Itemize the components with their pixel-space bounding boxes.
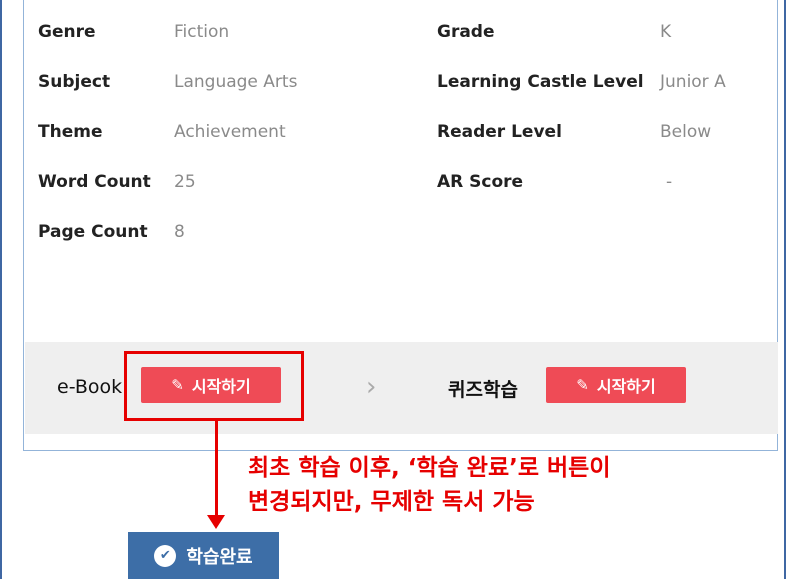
info-value: Junior A [660,72,726,92]
annotation-line-1: 최초 학습 이후, ‘학습 완료’로 버튼이 [248,455,611,481]
info-row-ar-score: AR Score [437,171,523,193]
info-value: Below [660,122,712,142]
info-row-grade: Grade [437,21,495,43]
info-value: Language Arts [174,72,298,92]
annotation-arrow-head [207,515,225,529]
quiz-start-label: 시작하기 [596,377,656,396]
info-value: 25 [174,172,196,192]
info-label: Reader Level [437,122,562,142]
info-row-genre: Genre [38,21,96,43]
info-label: Grade [437,22,495,42]
check-circle-icon: ✔ [154,544,177,567]
info-value: - [666,172,673,192]
info-row-reader-level: Reader Level [437,121,562,143]
info-label: AR Score [437,172,524,192]
info-row-subject: Subject [38,71,110,93]
pencil-icon: ✎ [576,376,589,394]
info-label: Theme [38,122,103,142]
info-label: Word Count [38,172,151,192]
ebook-label: e-Book [57,376,123,398]
info-value: K [660,22,672,42]
study-complete-button[interactable]: ✔ 학습완료 [128,532,279,579]
quiz-label: 퀴즈학습 [448,379,518,401]
annotation-note: 최초 학습 이후, ‘학습 완료’로 버튼이 변경되지만, 무제한 독서 가능 [248,451,611,519]
annotation-arrow-line [215,421,218,518]
info-row-page-count: Page Count [38,221,148,243]
info-label: Genre [38,22,96,42]
study-complete-label: 학습완료 [186,546,253,568]
chevron-right-icon: › [366,372,377,402]
info-value: Achievement [174,122,286,142]
highlight-box [124,351,304,421]
info-value: 8 [174,222,185,242]
info-row-word-count: Word Count [38,171,151,193]
info-value: Fiction [174,22,230,42]
info-label: Page Count [38,222,148,242]
info-label: Subject [38,72,111,92]
quiz-start-button[interactable]: ✎ 시작하기 [546,367,686,403]
annotation-line-2: 변경되지만, 무제한 독서 가능 [248,489,535,515]
info-row-theme: Theme [38,121,102,143]
info-row-learning-castle-level: Learning Castle Level [437,71,644,93]
info-label: Learning Castle Level [437,72,644,92]
